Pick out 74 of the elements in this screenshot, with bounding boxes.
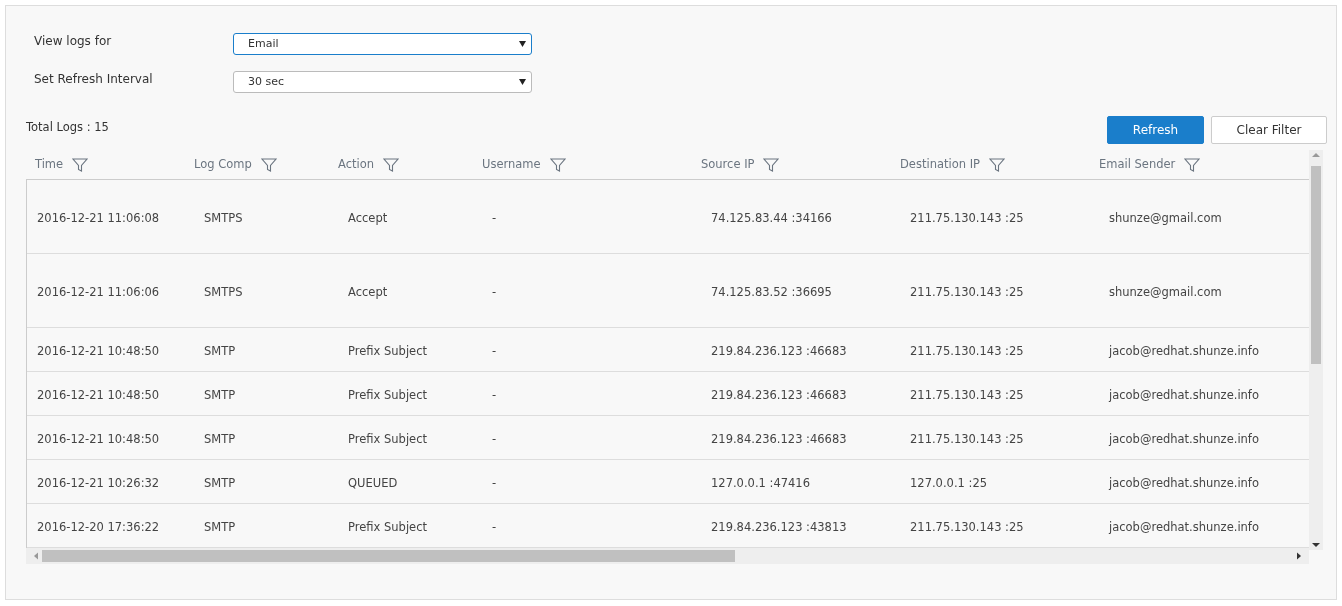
table-cell: 127.0.0.1 :25 [910,475,988,490]
table-cell: SMTPS [204,210,243,225]
table-cell: - [492,284,497,299]
field-label: View logs for [34,33,113,50]
refresh-button[interactable]: Refresh [1107,116,1204,144]
table-cell: Accept [348,284,388,299]
filter-icon[interactable] [383,156,400,173]
table-cell: jacob@redhat.shunze.info [1109,431,1259,446]
filter-icon[interactable] [989,156,1005,173]
table-cell: Prefix Subject [348,519,427,534]
table-cell: QUEUED [348,475,398,490]
table-cell: Prefix Subject [348,431,427,446]
filter-icon[interactable] [1184,156,1201,173]
table-cell: shunze@gmail.com [1109,284,1222,299]
dropdown[interactable]: Email [233,33,532,55]
table-cell: 211.75.130.143 :25 [910,343,1024,358]
filter-icon[interactable] [260,156,277,173]
table-cell: 219.84.236.123 :43813 [711,519,847,534]
table-cell: 211.75.130.143 :25 [910,387,1024,402]
table-cell: shunze@gmail.com [1109,210,1222,225]
table-cell: 2016-12-20 17:36:22 [37,519,160,534]
total-logs: Total Logs : 15 [26,118,109,136]
table-cell: jacob@redhat.shunze.info [1109,387,1259,402]
table-cell: 74.125.83.52 :36695 [711,284,832,299]
vertical-scrollbar[interactable] [1309,150,1323,550]
table-cell: SMTP [204,387,236,402]
table-cell: - [492,387,497,402]
table-cell: 211.75.130.143 :25 [910,519,1024,534]
filter-icon[interactable] [549,156,566,173]
table-cell: Prefix Subject [348,343,427,358]
table-cell: 2016-12-21 10:48:50 [37,343,160,358]
table-cell: 74.125.83.44 :34166 [711,210,832,225]
table-cell: - [492,210,497,225]
table-cell: SMTPS [204,284,243,299]
table-cell: jacob@redhat.shunze.info [1109,475,1259,490]
column-header: Action [338,155,375,173]
table-cell: 2016-12-21 10:48:50 [37,431,160,446]
table-cell: 2016-12-21 10:26:32 [37,475,160,490]
table-cell: Accept [348,210,388,225]
filter-icon[interactable] [763,156,780,173]
table-cell: Prefix Subject [348,387,427,402]
table-cell: jacob@redhat.shunze.info [1109,343,1259,358]
dropdown[interactable]: 30 sec [233,71,532,93]
column-header: Log Comp [194,155,252,173]
column-header: Username [482,155,541,173]
table-cell: 211.75.130.143 :25 [910,431,1024,446]
table-cell: - [492,475,497,490]
table-cell: SMTP [204,519,236,534]
table-cell: 127.0.0.1 :47416 [711,475,810,490]
table-cell: 211.75.130.143 :25 [910,210,1024,225]
table-cell: - [492,519,497,534]
field-label: Set Refresh Interval [34,71,154,88]
table-cell: SMTP [204,475,236,490]
column-header: Email Sender [1099,155,1176,173]
caret-icon [519,79,526,85]
table-cell: - [492,431,497,446]
table-cell: 219.84.236.123 :46683 [711,387,847,402]
caret-icon [519,41,526,47]
table-cell: 219.84.236.123 :46683 [711,431,847,446]
table-cell: jacob@redhat.shunze.info [1109,519,1259,534]
filter-icon[interactable] [72,156,89,173]
table-cell: SMTP [204,343,236,358]
table-cell: 2016-12-21 11:06:06 [37,284,160,299]
table-cell: 219.84.236.123 :46683 [711,343,847,358]
horizontal-scrollbar[interactable] [26,548,1309,564]
column-header: Time [35,155,64,173]
clear-filter-button[interactable]: Clear Filter [1211,116,1327,144]
column-header: Destination IP [900,155,980,173]
table-cell: 2016-12-21 10:48:50 [37,387,160,402]
table-cell: SMTP [204,431,236,446]
table-cell: 2016-12-21 11:06:08 [37,210,160,225]
column-header: Source IP [701,155,755,173]
table-cell: 211.75.130.143 :25 [910,284,1024,299]
table-cell: - [492,343,497,358]
